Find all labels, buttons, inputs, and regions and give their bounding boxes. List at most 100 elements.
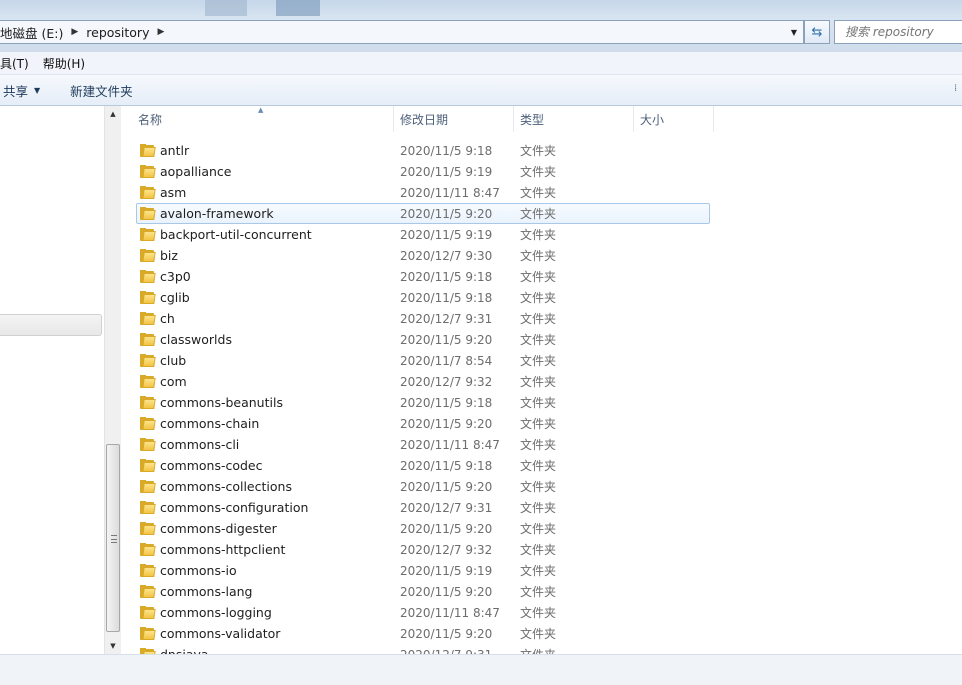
navigation-scrollbar[interactable]: ▲ ▼ [104, 106, 121, 654]
column-size-label: 大小 [640, 112, 665, 127]
file-type: 文件夹 [520, 354, 557, 368]
file-type: 文件夹 [520, 165, 557, 179]
breadcrumb-drive[interactable]: 地磁盘 (E:) [0, 23, 67, 42]
file-row[interactable]: commons-lang 2020/11/5 9:20 文件夹 [121, 581, 962, 602]
column-header-type[interactable]: 类型 [514, 106, 634, 132]
folder-icon [140, 522, 156, 535]
file-name: club [160, 353, 187, 368]
file-modified-date: 2020/11/11 8:47 [400, 185, 500, 200]
window-title-strip [0, 0, 962, 18]
file-modified-date: 2020/11/5 9:20 [400, 479, 493, 494]
file-modified-date: 2020/11/5 9:20 [400, 521, 493, 536]
folder-icon [140, 564, 156, 577]
file-name: commons-httpclient [160, 542, 286, 557]
file-type: 文件夹 [520, 396, 557, 410]
folder-icon [140, 186, 156, 199]
file-row[interactable]: aopalliance 2020/11/5 9:19 文件夹 [121, 161, 962, 182]
file-name: commons-digester [160, 521, 277, 536]
address-bar-area: 地磁盘 (E:) ▶ repository ▶ ▼ ⇆ [0, 0, 962, 52]
grip-icon [111, 535, 117, 543]
folder-icon [140, 228, 156, 241]
share-button[interactable]: 共享 ▼ [3, 81, 40, 100]
file-name: commons-logging [160, 605, 272, 620]
file-row[interactable]: ch 2020/12/7 9:31 文件夹 [121, 308, 962, 329]
taskbar-thumbnail [276, 0, 320, 16]
file-modified-date: 2020/11/5 9:20 [400, 584, 493, 599]
file-row[interactable]: club 2020/11/7 8:54 文件夹 [121, 350, 962, 371]
new-folder-button[interactable]: 新建文件夹 [70, 81, 133, 100]
file-modified-date: 2020/11/5 9:20 [400, 206, 493, 221]
folder-icon [140, 459, 156, 472]
file-type: 文件夹 [520, 564, 557, 578]
new-folder-label: 新建文件夹 [70, 83, 133, 99]
file-row[interactable]: asm 2020/11/11 8:47 文件夹 [121, 182, 962, 203]
scrollbar-thumb[interactable] [106, 444, 120, 632]
file-row[interactable]: com 2020/12/7 9:32 文件夹 [121, 371, 962, 392]
file-row[interactable]: commons-configuration 2020/12/7 9:31 文件夹 [121, 497, 962, 518]
column-header-size[interactable]: 大小 [634, 106, 714, 132]
address-history-dropdown-icon[interactable]: ▼ [785, 21, 803, 43]
menu-bar: 具(T) 帮助(H) [0, 52, 962, 75]
file-type: 文件夹 [520, 333, 557, 347]
file-name: asm [160, 185, 187, 200]
file-type: 文件夹 [520, 249, 557, 263]
command-toolbar: 共享 ▼ 新建文件夹 ⁞ [0, 75, 962, 106]
folder-icon [140, 165, 156, 178]
view-options-icon[interactable]: ⁞ [954, 83, 962, 97]
search-input[interactable] [845, 25, 961, 39]
file-modified-date: 2020/11/5 9:18 [400, 269, 493, 284]
chevron-down-icon: ▼ [34, 85, 41, 95]
file-modified-date: 2020/11/5 9:19 [400, 164, 493, 179]
breadcrumb-separator-icon[interactable]: ▶ [67, 27, 86, 37]
file-row[interactable]: antlr 2020/11/5 9:18 文件夹 [121, 140, 962, 161]
breadcrumb-separator-icon[interactable]: ▶ [153, 27, 172, 37]
file-row[interactable]: commons-cli 2020/11/11 8:47 文件夹 [121, 434, 962, 455]
file-type: 文件夹 [520, 501, 557, 515]
file-row[interactable]: commons-collections 2020/11/5 9:20 文件夹 [121, 476, 962, 497]
file-row[interactable]: commons-digester 2020/11/5 9:20 文件夹 [121, 518, 962, 539]
file-row[interactable]: commons-logging 2020/11/11 8:47 文件夹 [121, 602, 962, 623]
scroll-up-icon[interactable]: ▲ [105, 110, 121, 118]
file-row[interactable]: commons-beanutils 2020/11/5 9:18 文件夹 [121, 392, 962, 413]
file-type: 文件夹 [520, 627, 557, 641]
scroll-down-icon[interactable]: ▼ [105, 642, 121, 650]
file-name: biz [160, 248, 178, 263]
menu-tools[interactable]: 具(T) [0, 55, 37, 72]
file-row[interactable]: biz 2020/12/7 9:30 文件夹 [121, 245, 962, 266]
file-modified-date: 2020/11/5 9:18 [400, 143, 493, 158]
file-modified-date: 2020/11/5 9:20 [400, 416, 493, 431]
folder-icon [140, 606, 156, 619]
breadcrumb-repository[interactable]: repository [86, 25, 153, 40]
file-modified-date: 2020/12/7 9:31 [400, 311, 493, 326]
folder-icon [140, 249, 156, 262]
file-row[interactable]: dnsjava2020/12/7 9:31文件夹 [121, 644, 962, 654]
file-name: commons-validator [160, 626, 281, 641]
file-name: antlr [160, 143, 190, 158]
address-box[interactable]: 地磁盘 (E:) ▶ repository ▶ ▼ [0, 20, 804, 44]
folder-icon [140, 543, 156, 556]
file-row[interactable]: backport-util-concurrent 2020/11/5 9:19 文件… [121, 224, 962, 245]
file-row[interactable]: cglib 2020/11/5 9:18 文件夹 [121, 287, 962, 308]
menu-help[interactable]: 帮助(H) [43, 55, 93, 72]
file-row[interactable]: commons-validator 2020/11/5 9:20 文件夹 [121, 623, 962, 644]
file-row[interactable]: commons-httpclient 2020/12/7 9:32 文件夹 [121, 539, 962, 560]
file-name: avalon-framework [160, 206, 274, 221]
file-type: 文件夹 [520, 207, 557, 221]
folder-icon [140, 501, 156, 514]
file-row[interactable]: classworlds 2020/11/5 9:20 文件夹 [121, 329, 962, 350]
file-modified-date: 2020/11/5 9:20 [400, 332, 493, 347]
file-row[interactable]: commons-io 2020/11/5 9:19 文件夹 [121, 560, 962, 581]
file-modified-date: 2020/12/7 9:32 [400, 374, 493, 389]
nav-selected-item[interactable] [0, 314, 102, 336]
column-header-date[interactable]: 修改日期 [394, 106, 514, 132]
folder-icon [140, 333, 156, 346]
refresh-button[interactable]: ⇆ [804, 20, 830, 44]
file-row[interactable]: commons-codec 2020/11/5 9:18 文件夹 [121, 455, 962, 476]
folder-icon [140, 480, 156, 493]
search-box[interactable] [834, 20, 962, 44]
file-row[interactable]: commons-chain 2020/11/5 9:20 文件夹 [121, 413, 962, 434]
file-row[interactable]: c3p0 2020/11/5 9:18 文件夹 [121, 266, 962, 287]
column-header-name[interactable]: 名称 [121, 106, 394, 132]
file-name: commons-lang [160, 584, 253, 599]
file-row[interactable]: avalon-framework 2020/11/5 9:20 文件夹 [136, 203, 710, 224]
